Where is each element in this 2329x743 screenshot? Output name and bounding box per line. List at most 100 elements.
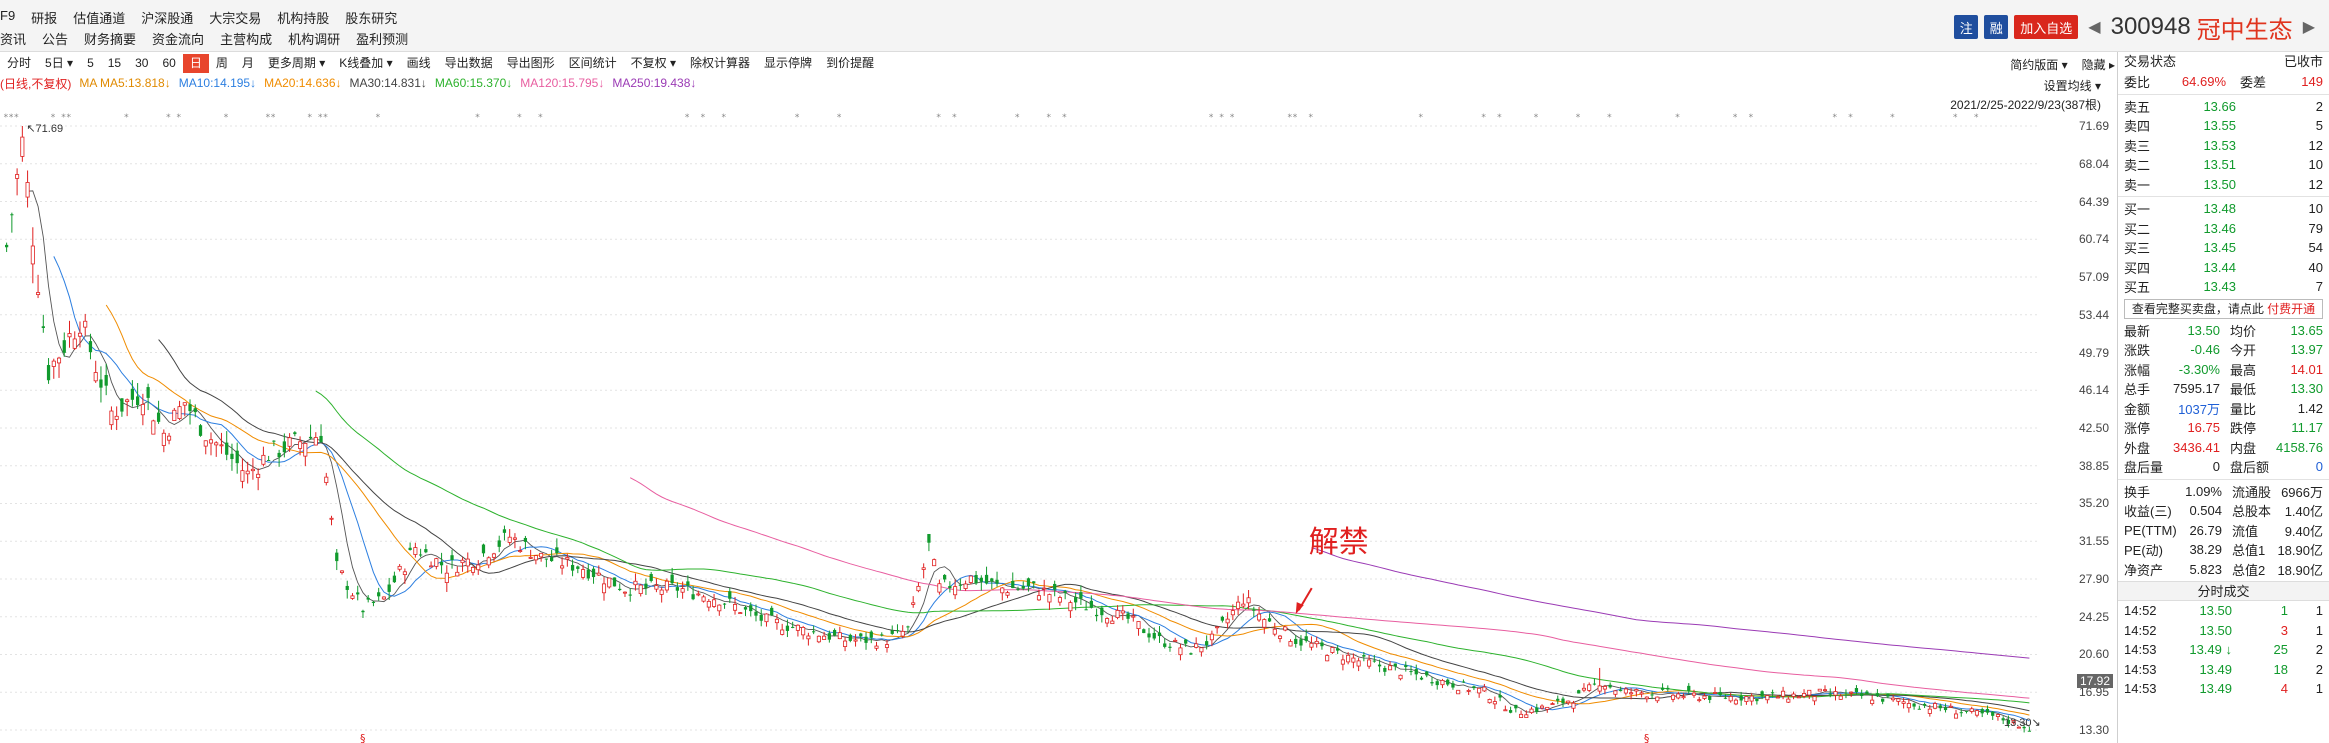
candle[interactable]	[806, 632, 811, 646]
event-marker[interactable]: *	[1534, 113, 1539, 123]
candle[interactable]	[151, 419, 156, 435]
ex-right-marker[interactable]: §	[1644, 732, 1650, 743]
candle[interactable]	[1163, 638, 1167, 649]
candle[interactable]	[638, 583, 643, 597]
event-marker[interactable]: *	[1675, 113, 1680, 123]
candle[interactable]	[1597, 667, 1602, 695]
event-marker[interactable]: *	[517, 113, 522, 123]
candle[interactable]	[177, 400, 182, 421]
candle[interactable]	[921, 563, 926, 579]
candle[interactable]	[869, 630, 873, 644]
candle[interactable]	[109, 406, 114, 430]
menu-item[interactable]: 股东研究	[345, 8, 403, 27]
candle[interactable]	[1587, 682, 1592, 693]
event-marker[interactable]: *	[1230, 113, 1235, 123]
candle[interactable]	[1047, 593, 1052, 610]
candle[interactable]	[1535, 703, 1539, 714]
candle[interactable]	[1168, 642, 1172, 652]
menu-item[interactable]: 大宗交易	[209, 8, 267, 27]
candle[interactable]	[1383, 665, 1387, 676]
candle[interactable]	[1189, 652, 1193, 655]
candle[interactable]	[1388, 661, 1393, 671]
candle[interactable]	[1807, 689, 1812, 700]
event-marker[interactable]: *	[308, 113, 313, 123]
menu-item[interactable]: 机构调研	[288, 29, 346, 48]
toolbar-item[interactable]: 5日 ▾	[38, 54, 80, 73]
candle[interactable]	[1042, 579, 1047, 596]
event-marker[interactable]: *	[685, 113, 690, 123]
candle[interactable]	[1178, 643, 1183, 661]
event-marker[interactable]: *	[1953, 113, 1958, 123]
candle[interactable]	[1414, 664, 1418, 681]
candle[interactable]	[816, 635, 821, 644]
event-marker[interactable]: *	[1293, 113, 1298, 123]
candle[interactable]	[1613, 690, 1618, 698]
candle[interactable]	[1142, 628, 1146, 634]
candle[interactable]	[801, 625, 806, 640]
candle[interactable]	[1487, 698, 1492, 704]
candle[interactable]	[481, 543, 486, 557]
toolbar-item[interactable]: 除权计算器	[683, 54, 757, 73]
candle[interactable]	[424, 544, 428, 554]
candle[interactable]	[1529, 706, 1534, 714]
candle[interactable]	[329, 515, 334, 526]
candle[interactable]	[356, 585, 360, 601]
candle[interactable]	[1398, 674, 1403, 681]
candle[interactable]	[591, 566, 596, 584]
candle[interactable]	[1666, 685, 1670, 692]
candle[interactable]	[1577, 689, 1581, 694]
candle[interactable]	[1744, 695, 1749, 705]
candle[interactable]	[67, 320, 72, 348]
candle[interactable]	[267, 455, 271, 462]
event-marker[interactable]: *	[1749, 113, 1754, 123]
candle[interactable]	[125, 398, 130, 417]
candle[interactable]	[1964, 710, 1969, 714]
candle[interactable]	[1356, 657, 1361, 672]
candle[interactable]	[240, 458, 245, 489]
candle[interactable]	[77, 321, 83, 348]
candle[interactable]	[1325, 654, 1330, 662]
candle[interactable]	[1262, 618, 1267, 634]
toolbar-item[interactable]: 30	[128, 54, 155, 73]
candle[interactable]	[1294, 635, 1298, 648]
candle[interactable]	[308, 424, 313, 440]
candle[interactable]	[460, 557, 465, 572]
menu-item[interactable]: 财务摘要	[84, 29, 142, 48]
candle[interactable]	[1215, 626, 1220, 634]
candle[interactable]	[1733, 698, 1738, 706]
event-marker[interactable]: *	[1308, 113, 1313, 123]
candle[interactable]	[706, 599, 711, 612]
candle[interactable]	[618, 583, 622, 592]
candle[interactable]	[1152, 627, 1156, 641]
candle[interactable]	[1456, 689, 1461, 695]
candle[interactable]	[172, 407, 177, 421]
candle[interactable]	[72, 331, 77, 350]
candle[interactable]	[990, 577, 994, 590]
event-marker[interactable]: *	[51, 113, 56, 123]
menu-item[interactable]: 公告	[42, 29, 74, 48]
event-marker[interactable]: *	[266, 113, 271, 123]
candle[interactable]	[848, 633, 852, 643]
candle[interactable]	[932, 558, 937, 567]
candle[interactable]	[339, 570, 345, 575]
menu-item[interactable]: 资讯	[0, 29, 32, 48]
candle[interactable]	[418, 548, 423, 558]
candle[interactable]	[497, 535, 501, 553]
candle[interactable]	[968, 575, 973, 585]
candle[interactable]	[1980, 707, 1984, 718]
candle[interactable]	[56, 356, 62, 378]
candle[interactable]	[864, 632, 868, 650]
candle[interactable]	[324, 472, 329, 486]
candle[interactable]	[313, 432, 318, 446]
candle[interactable]	[146, 383, 150, 411]
event-marker[interactable]: *	[1497, 113, 1502, 123]
candle[interactable]	[392, 571, 397, 583]
candle[interactable]	[208, 432, 214, 456]
toolbar-item[interactable]: 月	[235, 54, 261, 73]
candle[interactable]	[1157, 626, 1162, 643]
candle[interactable]	[979, 575, 983, 591]
candle[interactable]	[1005, 590, 1010, 599]
candle[interactable]	[895, 624, 900, 634]
add-watchlist-button[interactable]: 加入自选	[2014, 15, 2079, 39]
candle[interactable]	[1404, 661, 1408, 672]
